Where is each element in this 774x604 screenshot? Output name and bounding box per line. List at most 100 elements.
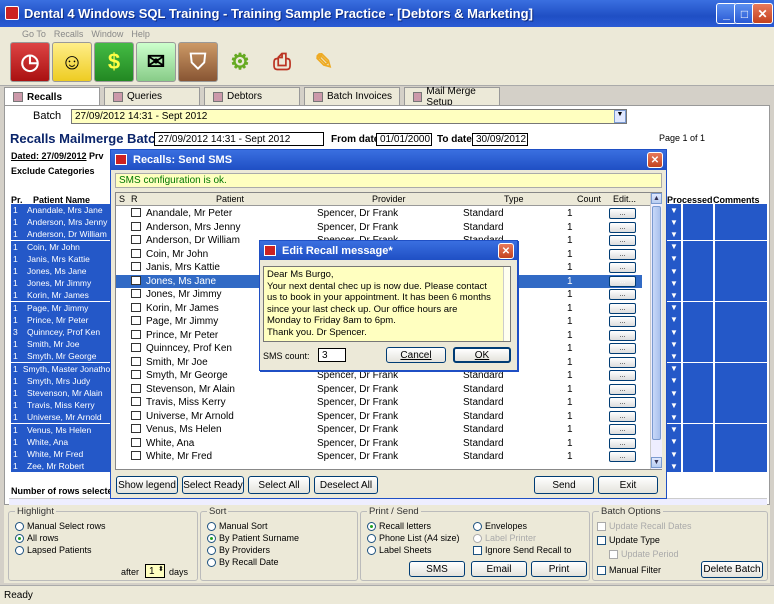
from-date-field[interactable]: 01/01/2000 — [376, 133, 432, 146]
delete-batch-button[interactable]: Delete Batch — [701, 561, 763, 578]
clock-icon[interactable]: ◷ — [10, 42, 50, 82]
sort-providers-radio[interactable]: By Providers — [207, 545, 270, 555]
processed-dropdown-icon[interactable]: ▼ — [667, 350, 681, 363]
processed-dropdown-icon[interactable]: ▼ — [667, 216, 681, 229]
processed-dropdown-icon[interactable]: ▼ — [667, 326, 681, 338]
print-label-sheets-radio[interactable]: Label Sheets — [367, 545, 432, 555]
sort-surname-radio[interactable]: By Patient Surname — [207, 533, 299, 543]
scroll-thumb[interactable] — [652, 206, 661, 440]
menu-go-to[interactable]: Go To — [22, 29, 46, 39]
batch-dropdown-icon[interactable]: ▼ — [614, 110, 626, 123]
table-row[interactable]: 1 Anandale, Mrs Jane — [11, 204, 115, 216]
exit-button[interactable]: Exit — [598, 476, 658, 494]
table-row[interactable]: 1 Coin, Mr John — [11, 240, 115, 253]
recall-message-textarea[interactable]: Dear Ms Burgo, Your next dental chec up … — [263, 266, 511, 342]
menu-help[interactable]: Help — [131, 29, 150, 39]
table-row[interactable]: 1 Travis, Miss Kerry — [11, 399, 115, 412]
table-row[interactable]: 1 Smyth, Mr George — [11, 350, 115, 363]
print-recall-letters-radio[interactable]: Recall letters — [367, 521, 431, 531]
processed-dropdown-icon[interactable]: ▼ — [667, 240, 681, 253]
list-item[interactable]: Venus, Ms Helen Spencer, Dr Frank Standard… — [116, 423, 642, 437]
print-phone-list-radio[interactable]: Phone List (A4 size) — [367, 533, 460, 543]
edit-message-button[interactable]: ... — [609, 356, 636, 368]
sms-dialog-close-button[interactable]: ✕ — [647, 152, 663, 168]
dollar-icon[interactable]: $ — [94, 42, 134, 82]
ok-button[interactable]: OK — [453, 347, 511, 363]
edit-message-button[interactable]: ... — [609, 437, 636, 449]
grid-scrollbar[interactable]: ▲ ▼ — [650, 193, 662, 469]
edit-message-button[interactable]: ... — [609, 262, 636, 273]
processed-dropdown-icon[interactable]: ▼ — [667, 448, 681, 460]
edit-message-button[interactable]: ... — [609, 316, 636, 327]
edit-message-button[interactable]: ... — [609, 221, 636, 233]
days-spinner-icon[interactable]: ⬍ — [158, 565, 164, 573]
table-row[interactable]: 1 Anderson, Dr William — [11, 228, 115, 241]
batch-select[interactable]: 27/09/2012 14:31 - Sept 2012 — [71, 109, 627, 124]
table-row[interactable]: 1 Jones, Ms Jane — [11, 265, 115, 277]
list-item[interactable]: Anderson, Mrs Jenny Spencer, Dr Frank Stan… — [116, 221, 642, 235]
menu-window[interactable]: Window — [91, 29, 123, 39]
mail-icon[interactable]: ✉ — [136, 42, 176, 82]
edit-message-button[interactable]: ... — [609, 275, 636, 287]
show-legend-button[interactable]: Show legend — [116, 476, 178, 494]
edit-message-button[interactable]: ... — [609, 329, 636, 341]
edit-message-button[interactable]: ... — [609, 235, 636, 246]
sort-manual-radio[interactable]: Manual Sort — [207, 521, 268, 531]
processed-dropdown-icon[interactable]: ▼ — [667, 252, 681, 265]
tab-debtors[interactable]: Debtors — [204, 87, 300, 105]
list-item[interactable]: White, Ana Spencer, Dr Frank Standard 1... — [116, 437, 642, 451]
select-all-button[interactable]: Select All — [248, 476, 310, 494]
ignore-send-recall-checkbox[interactable]: Ignore Send Recall to — [473, 545, 572, 555]
edit-message-button[interactable]: ... — [609, 424, 636, 435]
table-row[interactable]: 1 Universe, Mr Arnold — [11, 411, 115, 424]
message-scrollbar[interactable] — [503, 267, 510, 341]
sort-recall-date-radio[interactable]: By Recall Date — [207, 557, 279, 567]
processed-dropdown-icon[interactable]: ▼ — [667, 289, 681, 302]
list-item[interactable]: Universe, Mr Arnold Spencer, Dr Frank Stan… — [116, 410, 642, 424]
table-row[interactable]: 3 Quinncey, Prof Ken — [11, 326, 115, 338]
edit-message-button[interactable]: ... — [609, 370, 636, 381]
to-date-field[interactable]: 30/09/2012 — [472, 133, 528, 146]
deselect-all-button[interactable]: Deselect All — [314, 476, 378, 494]
list-item[interactable]: Stevenson, Mr Alain Spencer, Dr Frank Stan… — [116, 383, 642, 397]
edit-message-button[interactable]: ... — [609, 248, 636, 260]
processed-dropdown-icon[interactable]: ▼ — [667, 399, 681, 412]
table-row[interactable]: 1 Anderson, Mrs Jenny — [11, 216, 115, 229]
tab-recalls[interactable]: Recalls — [4, 87, 100, 106]
email-button[interactable]: Email — [471, 561, 527, 577]
list-item[interactable]: Smyth, Mr George Spencer, Dr Frank Standar… — [116, 369, 642, 383]
print-button[interactable]: Print — [531, 561, 587, 577]
tab-mail-merge-setup[interactable]: Mail Merge Setup — [404, 86, 500, 108]
highlight-all-radio[interactable]: All rows — [15, 533, 59, 543]
processed-dropdown-icon[interactable]: ▼ — [667, 313, 681, 326]
table-row[interactable]: 1 Smyth, Mrs Judy — [11, 374, 115, 387]
edit-message-button[interactable]: ... — [609, 302, 636, 314]
select-ready-button[interactable]: Select Ready — [182, 476, 244, 494]
update-type-checkbox[interactable]: Update Type — [597, 535, 660, 545]
manual-filter-checkbox[interactable]: Manual Filter — [597, 565, 661, 575]
edit-message-button[interactable]: ... — [609, 343, 636, 354]
scroll-up-icon[interactable]: ▲ — [651, 193, 662, 204]
processed-dropdown-icon[interactable]: ▼ — [667, 277, 681, 290]
list-item[interactable]: White, Mr Fred Spencer, Dr Frank Standard 1… — [116, 450, 642, 464]
shield-icon[interactable]: ⛉ — [178, 42, 218, 82]
table-row[interactable]: 1 Smyth, Master Jonathon — [11, 362, 115, 375]
edit-message-button[interactable]: ... — [609, 451, 636, 462]
list-item[interactable]: Travis, Miss Kerry Spencer, Dr Frank Stand… — [116, 396, 642, 410]
edit-dialog-close-button[interactable]: ✕ — [498, 243, 514, 259]
highlight-lapsed-radio[interactable]: Lapsed Patients — [15, 545, 92, 555]
processed-dropdown-icon[interactable]: ▼ — [667, 362, 681, 375]
processed-dropdown-icon[interactable]: ▼ — [667, 435, 681, 448]
printer-icon[interactable]: ⎙ — [262, 42, 302, 82]
edit-message-button[interactable]: ... — [609, 383, 636, 395]
table-row[interactable]: 1 Prince, Mr Peter — [11, 313, 115, 326]
cancel-button[interactable]: Cancel — [386, 347, 446, 363]
menu-recalls[interactable]: Recalls — [54, 29, 84, 39]
edit-message-button[interactable]: ... — [609, 289, 636, 300]
table-row[interactable]: 1 Janis, Mrs Kattie — [11, 252, 115, 265]
table-row[interactable]: 1 Stevenson, Mr Alain — [11, 387, 115, 399]
table-row[interactable]: 1 Jones, Mr Jimmy — [11, 277, 115, 290]
edit-message-button[interactable]: ... — [609, 397, 636, 408]
table-row[interactable]: 1 Page, Mr Jimmy — [11, 301, 115, 314]
smiley-icon[interactable]: ☺ — [52, 42, 92, 82]
